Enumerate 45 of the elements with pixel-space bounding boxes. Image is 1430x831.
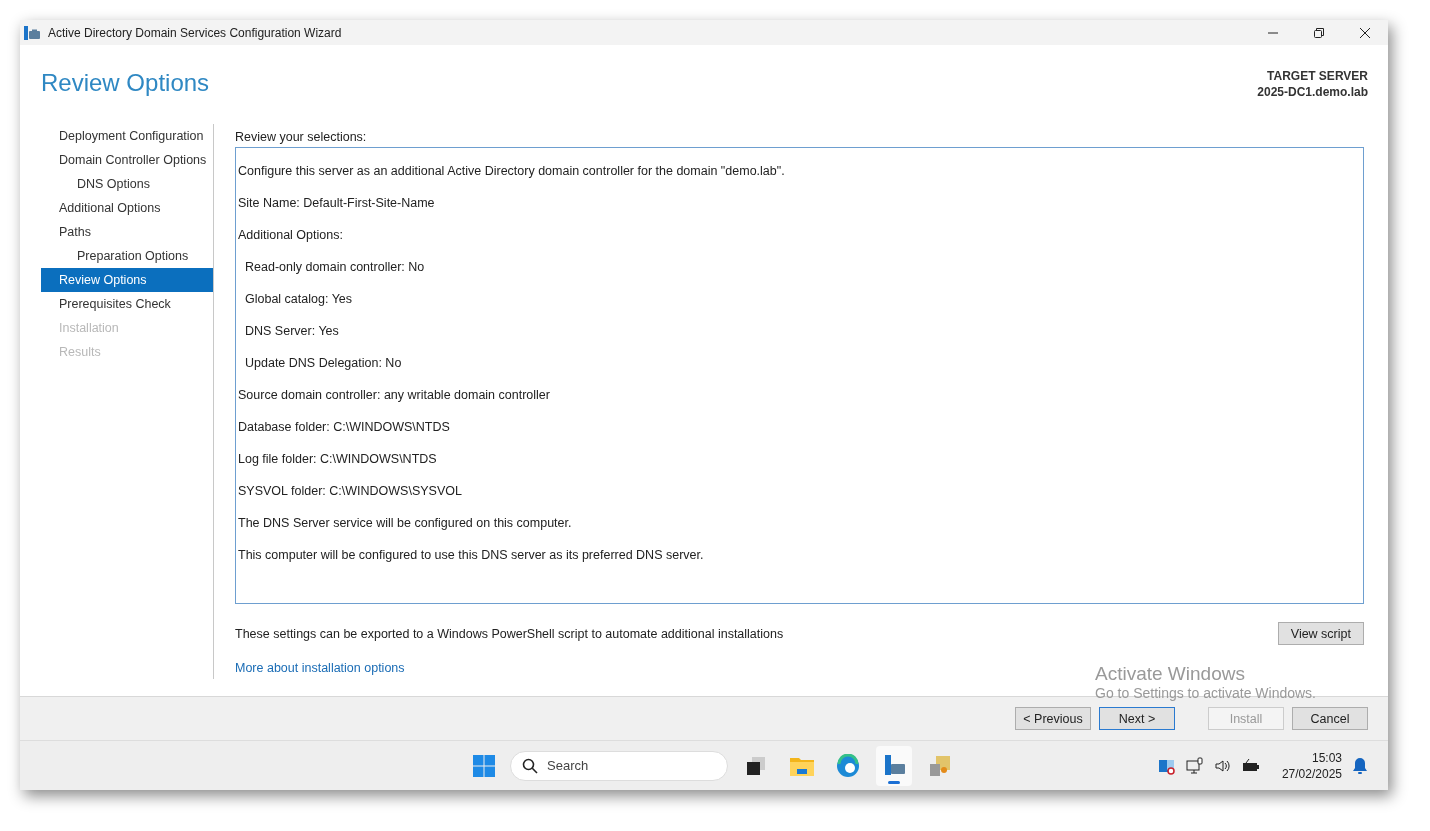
review-text-box[interactable] [235, 147, 1364, 604]
wizard-step[interactable]: Domain Controller Options [41, 148, 213, 172]
review-line: The DNS Server service will be configured on this computer. [238, 515, 573, 532]
restore-icon [1313, 26, 1325, 39]
review-line: Global catalog: Yes [244, 291, 354, 308]
wizard-button[interactable]: Cancel [1292, 707, 1368, 730]
review-line: Read-only domain controller: No [244, 259, 426, 276]
wizard-step[interactable]: Additional Options [41, 196, 213, 220]
view-script-button[interactable]: View script [1277, 622, 1364, 645]
review-line: Database folder: C:\WINDOWS\NTDS [238, 419, 451, 436]
start-icon[interactable] [472, 753, 496, 778]
review-line: Update DNS Delegation: No [244, 355, 403, 372]
clock-time[interactable]: 15:03 [1311, 749, 1342, 766]
wizard-step[interactable]: Paths [41, 220, 213, 244]
wizard-button[interactable]: Next > [1099, 707, 1175, 730]
server-icon [24, 25, 40, 40]
review-line: DNS Server: Yes [244, 323, 340, 340]
more-info-link[interactable]: More about installation options [235, 661, 405, 675]
review-line: Additional Options: [238, 227, 344, 244]
review-line: This computer will be configured to use this DNS server as its preferred DNS server. [238, 547, 705, 564]
review-line: Configure this server as an additional Active Directory domain controller for the domain "demo.lab". [238, 163, 786, 180]
target-server-label: TARGET SERVER [1267, 68, 1368, 84]
notification-bell-icon[interactable] [1352, 756, 1368, 775]
review-line: SYSVOL folder: C:\WINDOWS\SYSVOL [238, 483, 463, 500]
activation-subtitle: Go to Settings to activate Windows. [1095, 685, 1316, 701]
export-note: These settings can be exported to a Windows PowerShell script to automate additional installations [235, 626, 784, 641]
wizard-step[interactable]: Deployment Configuration [41, 124, 213, 148]
wizard-button[interactable]: < Previous [1015, 707, 1091, 730]
wizard-step[interactable]: Review Options [41, 268, 213, 292]
wizard-step[interactable]: Prerequisites Check [41, 292, 213, 316]
review-line: Log file folder: C:\WINDOWS\NTDS [238, 451, 438, 468]
wizard-step[interactable]: Preparation Options [41, 244, 213, 268]
close-icon [1359, 26, 1371, 39]
target-server-name: 2025-DC1.demo.lab [1257, 84, 1368, 100]
review-label: Review your selections: [235, 129, 368, 146]
taskbar-search-field[interactable]: Search [510, 750, 728, 781]
network-icon[interactable] [1185, 756, 1204, 775]
page-heading: Review Options [41, 68, 210, 98]
server-icon[interactable] [876, 745, 912, 786]
window-title: Active Directory Domain Services Configuration Wizard [48, 25, 342, 40]
activation-title: Activate Windows [1095, 663, 1246, 685]
review-line: Site Name: Default-First-Site-Name [238, 195, 436, 212]
clock-date[interactable]: 27/02/2025 [1281, 765, 1342, 782]
review-line: Source domain controller: any writable domain controller [238, 387, 551, 404]
wizard-step[interactable]: DNS Options [41, 172, 213, 196]
